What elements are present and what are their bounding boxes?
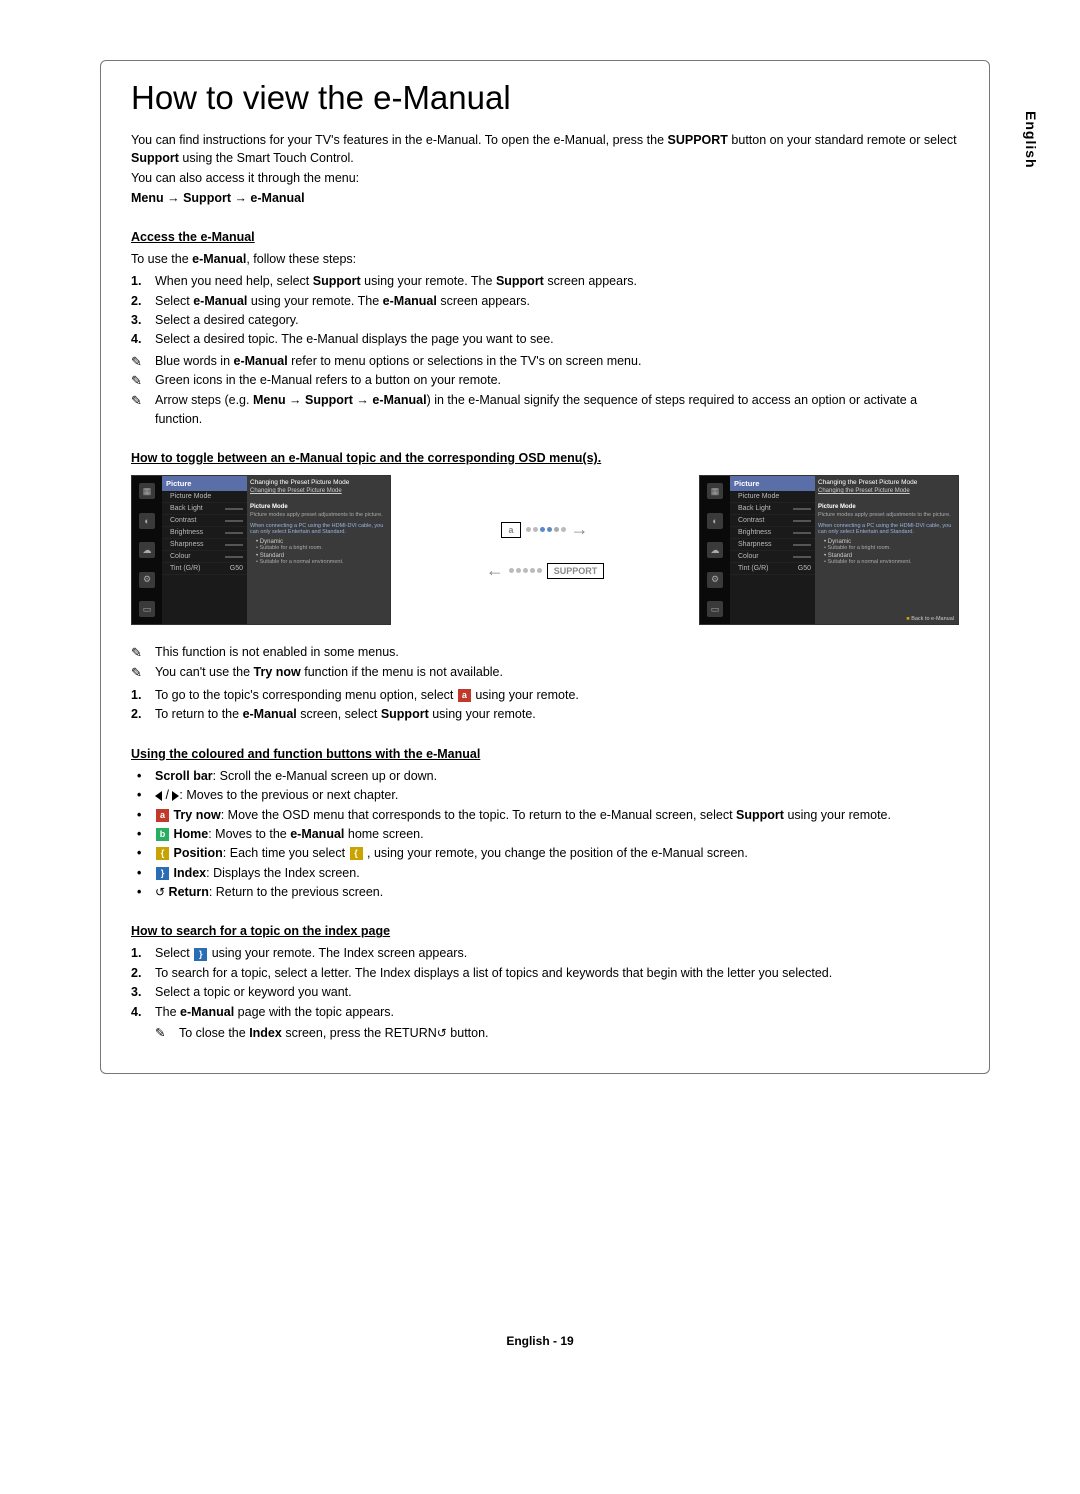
coloured-list: Scroll bar: Scroll the e-Manual screen u… xyxy=(131,767,959,903)
support-btn-label: SUPPORT xyxy=(668,133,728,147)
intro-text: You can find instructions for your TV's … xyxy=(131,133,668,147)
osd-side-icons: ▦◐☁⚙▭ xyxy=(132,476,162,624)
section-coloured-heading: Using the coloured and function buttons … xyxy=(131,747,959,761)
osd-panel-left: ▦◐☁⚙▭ Picture Picture Mode Back Light Co… xyxy=(131,475,391,625)
a-key-icon: a xyxy=(156,809,169,822)
access-notes: Blue words in e-Manual refer to menu opt… xyxy=(131,352,959,430)
page-frame: English How to view the e-Manual You can… xyxy=(100,60,990,1074)
c-key-icon: { xyxy=(156,847,169,860)
d-key-icon: } xyxy=(156,867,169,880)
d-key-icon: } xyxy=(194,948,207,961)
access-steps: 1.When you need help, select Support usi… xyxy=(131,272,959,350)
toggle-notes: This function is not enabled in some men… xyxy=(131,643,959,682)
support-button-icon: SUPPORT xyxy=(547,563,605,579)
toggle-steps: 1.To go to the topic's corresponding men… xyxy=(131,686,959,725)
menu-path: Menu → Support → e-Manual xyxy=(131,189,959,207)
page-title: How to view the e-Manual xyxy=(131,79,959,117)
a-key-icon: a xyxy=(458,689,471,702)
intro-access-line: You can also access it through the menu: xyxy=(131,169,959,187)
osd-menu-list: Picture Picture Mode Back Light Contrast… xyxy=(162,476,247,624)
side-language-tab: English xyxy=(1023,111,1039,169)
osd-panel-right: ▦◐☁⚙▭ Picture Picture Mode Back Light Co… xyxy=(699,475,959,625)
osd-illustration: ▦◐☁⚙▭ Picture Picture Mode Back Light Co… xyxy=(131,475,959,625)
search-steps: 1.Select } using your remote. The Index … xyxy=(131,944,959,1043)
page-footer: English - 19 xyxy=(0,1334,1080,1348)
b-key-icon: b xyxy=(156,828,169,841)
a-button-icon: a xyxy=(501,522,520,538)
intro-block: You can find instructions for your TV's … xyxy=(131,131,959,208)
return-icon: ↺ xyxy=(437,1024,447,1043)
section-search-heading: How to search for a topic on the index p… xyxy=(131,924,959,938)
osd-icon: ▦ xyxy=(139,483,155,499)
section-access-heading: Access the e-Manual xyxy=(131,230,959,244)
osd-arrows: a → ← SUPPORT xyxy=(401,519,689,581)
osd-content-left: Changing the Preset Picture Mode Changin… xyxy=(247,476,390,624)
return-icon: ↺ xyxy=(155,883,165,902)
arrow-left-icon: ← xyxy=(486,560,504,581)
left-arrow-icon xyxy=(155,791,162,801)
arrow-right-icon: → xyxy=(571,519,589,540)
section-toggle-heading: How to toggle between an e-Manual topic … xyxy=(131,451,959,465)
